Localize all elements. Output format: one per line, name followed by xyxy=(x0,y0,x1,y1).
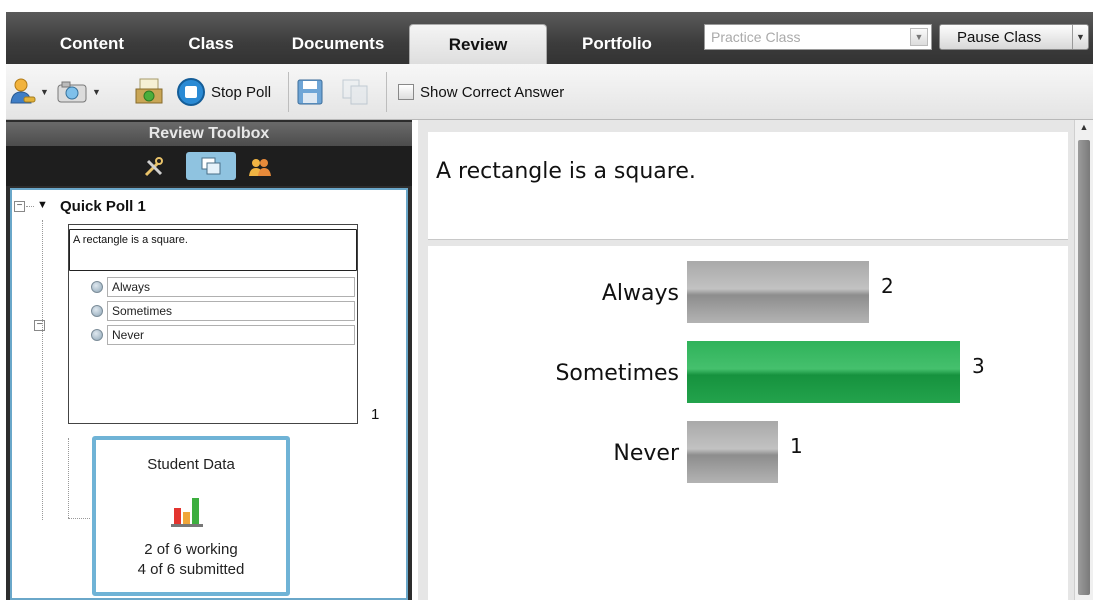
question-text: A rectangle is a square. xyxy=(436,159,696,184)
tab-class[interactable]: Class xyxy=(166,24,256,64)
bar-chart-icon xyxy=(171,498,203,527)
page-count: 1 xyxy=(371,406,380,423)
tools-icon xyxy=(144,157,163,177)
student-data-title: Student Data xyxy=(147,456,235,473)
stop-poll-icon xyxy=(177,78,205,106)
poll-option[interactable]: Never xyxy=(91,325,355,345)
toolbar-divider xyxy=(288,72,289,112)
tab-portfolio[interactable]: Portfolio xyxy=(562,24,672,64)
poll-title[interactable]: Quick Poll 1 xyxy=(60,198,146,215)
tree-connector xyxy=(26,206,34,207)
pages-icon xyxy=(201,157,221,175)
students-icon xyxy=(249,159,271,176)
screen-capture-button[interactable]: ▼ xyxy=(56,76,101,108)
chevron-down-icon: ▼ xyxy=(92,87,101,97)
pause-class-label: Pause Class xyxy=(957,28,1042,46)
submitted-count: 4 of 6 submitted xyxy=(137,561,245,578)
tree-connector xyxy=(68,438,69,518)
poll-question-text: A rectangle is a square. xyxy=(69,229,357,271)
show-correct-answer-label: Show Correct Answer xyxy=(420,83,565,101)
pause-class-button[interactable]: Pause Class ▼ xyxy=(939,24,1089,50)
result-bar xyxy=(687,421,778,483)
copy-icon xyxy=(342,79,368,105)
send-collect-button[interactable] xyxy=(134,76,164,108)
radio-icon xyxy=(91,281,103,293)
camera-icon xyxy=(57,81,87,103)
collapse-toggle[interactable]: − xyxy=(14,201,25,212)
scroll-up-icon[interactable]: ▲ xyxy=(1075,122,1093,136)
tools-tab[interactable] xyxy=(140,154,168,180)
students-tab[interactable] xyxy=(246,154,274,180)
toolbar: ▼ ▼ Stop Poll Show Correct Answer xyxy=(6,64,1093,120)
user-menu-button[interactable]: ▼ xyxy=(10,76,49,108)
pages-tab[interactable] xyxy=(186,152,236,180)
copy-button[interactable] xyxy=(340,76,370,108)
tree-connector xyxy=(42,220,43,520)
poll-option-label: Never xyxy=(107,325,355,345)
toolbox-tool-row xyxy=(6,146,412,186)
poll-question-card[interactable]: A rectangle is a square. Always Sometime… xyxy=(68,224,358,424)
pause-menu-arrow-icon[interactable]: ▼ xyxy=(1072,25,1088,49)
value-label: 2 xyxy=(881,274,894,298)
chevron-down-icon: ▼ xyxy=(40,87,49,97)
category-label: Always xyxy=(602,281,679,306)
results-chart-area: Always 2 Sometimes 3 Never 1 xyxy=(428,246,1068,600)
show-correct-checkbox[interactable] xyxy=(398,84,414,100)
tab-content[interactable]: Content xyxy=(44,24,140,64)
category-label: Sometimes xyxy=(555,361,679,386)
save-button[interactable] xyxy=(296,76,324,108)
scroll-thumb[interactable] xyxy=(1078,140,1090,595)
results-bar-chart: Always 2 Sometimes 3 Never 1 xyxy=(555,261,985,483)
review-workspace: A rectangle is a square. Always 2 Sometime… xyxy=(418,120,1093,600)
review-toolbox-title: Review Toolbox xyxy=(6,122,412,146)
class-select[interactable]: Practice Class ▼ xyxy=(704,24,932,50)
poll-option-label: Sometimes xyxy=(107,301,355,321)
value-label: 3 xyxy=(972,354,985,378)
value-label: 1 xyxy=(790,434,803,458)
radio-icon xyxy=(91,329,103,341)
user-icon xyxy=(10,78,36,104)
student-data-card[interactable]: Student Data 2 of 6 working 4 of 6 submi… xyxy=(92,436,290,596)
poll-option-label: Always xyxy=(107,277,355,297)
review-toolbox-panel: Review Toolbox − ▼ Quick Poll 1 A rectan… xyxy=(6,120,412,600)
stop-poll-label: Stop Poll xyxy=(211,83,272,101)
save-icon xyxy=(297,79,323,105)
result-bar xyxy=(687,341,960,403)
class-select-value: Practice Class xyxy=(711,29,801,45)
radio-icon xyxy=(91,305,103,317)
show-correct-answer-toggle[interactable]: Show Correct Answer xyxy=(398,76,564,108)
toolbar-divider xyxy=(386,72,387,112)
poll-option[interactable]: Always xyxy=(91,277,355,297)
poll-option[interactable]: Sometimes xyxy=(91,301,355,321)
document-tree: − ▼ Quick Poll 1 A rectangle is a square… xyxy=(10,188,408,600)
tab-documents[interactable]: Documents xyxy=(278,24,398,64)
chevron-down-icon[interactable]: ▼ xyxy=(910,28,928,46)
question-area: A rectangle is a square. xyxy=(428,132,1068,240)
tab-review[interactable]: Review xyxy=(409,24,547,64)
collapse-toggle[interactable]: − xyxy=(34,320,45,331)
expand-triangle-icon[interactable]: ▼ xyxy=(37,199,48,211)
tree-connector xyxy=(68,518,90,519)
send-collect-icon xyxy=(135,78,163,104)
category-label: Never xyxy=(613,441,680,466)
working-count: 2 of 6 working xyxy=(144,541,238,558)
result-bar xyxy=(687,261,869,323)
stop-poll-button[interactable]: Stop Poll xyxy=(176,76,271,108)
vertical-scrollbar[interactable]: ▲ xyxy=(1074,120,1093,600)
